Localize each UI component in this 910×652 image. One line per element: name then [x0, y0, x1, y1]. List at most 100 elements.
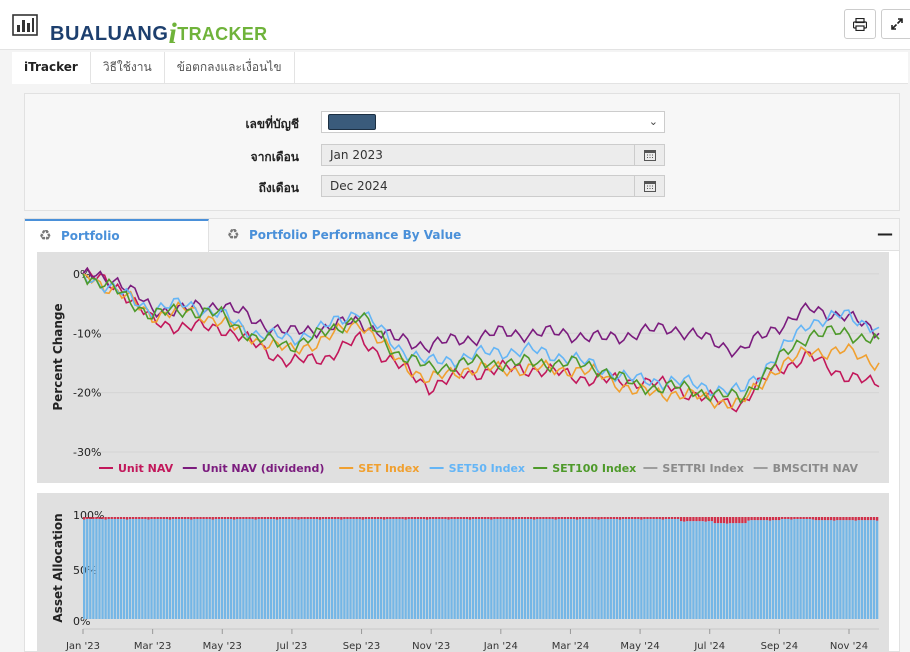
bar-equity [392, 519, 395, 619]
bar-equity [830, 520, 833, 619]
bar-cash [190, 517, 193, 520]
bar-equity [787, 519, 790, 619]
calendar-icon[interactable] [634, 176, 664, 196]
bar-cash [707, 517, 710, 522]
from-month-field[interactable]: Jan 2023 [321, 144, 665, 166]
bar-cash [474, 517, 478, 519]
bar-cash [554, 517, 557, 520]
bar-cash [875, 517, 879, 521]
bar-cash [217, 517, 221, 519]
bar-cash [447, 517, 450, 520]
bar-cash [242, 517, 245, 519]
bar-cash [621, 517, 625, 519]
bar-equity [481, 519, 484, 619]
legend-item[interactable]: Unit NAV [118, 462, 174, 475]
bar-cash [373, 517, 377, 519]
bar-cash [505, 517, 508, 519]
expand-button[interactable] [881, 9, 910, 39]
bar-cash [263, 517, 266, 519]
bar-equity [153, 519, 156, 619]
bar-equity [315, 519, 319, 619]
bar-equity [324, 519, 328, 619]
bar-equity [196, 519, 199, 619]
to-month-field[interactable]: Dec 2024 [321, 175, 665, 197]
tab-how-to-use[interactable]: วิธีใช้งาน [91, 52, 165, 84]
bar-cash [830, 517, 833, 521]
calendar-icon[interactable] [634, 145, 664, 165]
bar-equity [211, 519, 214, 619]
bar-equity [857, 520, 860, 619]
tab-portfolio-performance[interactable]: ♻ Portfolio Performance [25, 219, 209, 273]
print-button[interactable] [844, 9, 876, 39]
tab-itracker[interactable]: iTracker [12, 52, 91, 84]
bar-cash [716, 517, 720, 524]
bar-cash [193, 517, 196, 519]
bar-cash [493, 517, 496, 519]
bar-equity [395, 519, 398, 619]
bar-equity [278, 519, 282, 619]
bar-equity [710, 521, 713, 619]
collapse-icon[interactable]: — [877, 226, 893, 242]
legend-item[interactable]: SETTRI Index [662, 462, 743, 475]
account-select[interactable]: ⌄ [321, 111, 665, 133]
bar-cash [107, 517, 110, 519]
series-line-0 [82, 266, 880, 413]
bar-equity [288, 519, 291, 619]
bar-cash [202, 517, 205, 519]
bar-cash [86, 517, 89, 519]
bar-cash [680, 517, 683, 522]
bar-equity [239, 519, 242, 619]
bar-equity [643, 519, 646, 619]
bar-cash [383, 517, 386, 520]
bar-equity [520, 519, 524, 619]
bar-cash [738, 517, 741, 524]
bar-cash [159, 517, 162, 519]
bar-equity [297, 519, 300, 619]
bar-equity [796, 519, 799, 619]
bar-equity [649, 519, 652, 619]
legend-item[interactable]: BMSCITH NAV [773, 462, 859, 475]
bar-cash [634, 517, 637, 519]
from-month-label: จากเดือน [250, 150, 299, 164]
bar-equity [591, 519, 594, 619]
bar-equity [177, 519, 181, 619]
bar-cash [787, 517, 790, 519]
bar-equity [575, 519, 579, 619]
bar-cash [288, 517, 291, 519]
bar-cash [759, 517, 762, 521]
y-tick-label: -20% [73, 387, 101, 400]
bar-cash [612, 517, 616, 519]
bar-cash [131, 517, 135, 519]
allocation-chart: Asset Allocation100%50%0%Jan '23Mar '23M… [37, 493, 889, 652]
bar-equity [220, 519, 224, 619]
legend-item[interactable]: SET Index [358, 462, 419, 475]
bar-cash [722, 517, 726, 524]
bar-equity [128, 519, 132, 619]
bar-cash [266, 517, 270, 519]
legend-item[interactable]: SET100 Index [552, 462, 636, 475]
bar-equity [875, 520, 879, 619]
tab-terms[interactable]: ข้อตกลงและเงื่อนไข [165, 52, 295, 84]
bar-equity [627, 519, 631, 619]
bar-cash [765, 517, 769, 521]
y-axis-label: Percent Change [51, 303, 65, 410]
bar-equity [646, 519, 649, 619]
bar-equity [514, 519, 518, 619]
brand-part1: BUALUANG [50, 23, 169, 45]
bar-cash [704, 517, 707, 522]
bar-cash [147, 517, 150, 520]
bar-cash [309, 517, 312, 519]
bar-cash [135, 517, 138, 519]
bar-cash [851, 517, 854, 521]
bar-cash [618, 517, 622, 520]
tab-portfolio-performance-by-value[interactable]: ♻ Portfolio Performance By Value [213, 219, 461, 251]
bar-equity [582, 519, 585, 619]
bar-cash [233, 517, 236, 520]
legend-item[interactable]: Unit NAV (dividend) [202, 462, 325, 475]
bar-equity [428, 519, 432, 619]
bar-cash [533, 517, 536, 520]
bar-equity [845, 520, 848, 619]
legend-item[interactable]: SET50 Index [449, 462, 525, 475]
bar-cash [125, 517, 129, 520]
bar-equity [750, 520, 753, 619]
